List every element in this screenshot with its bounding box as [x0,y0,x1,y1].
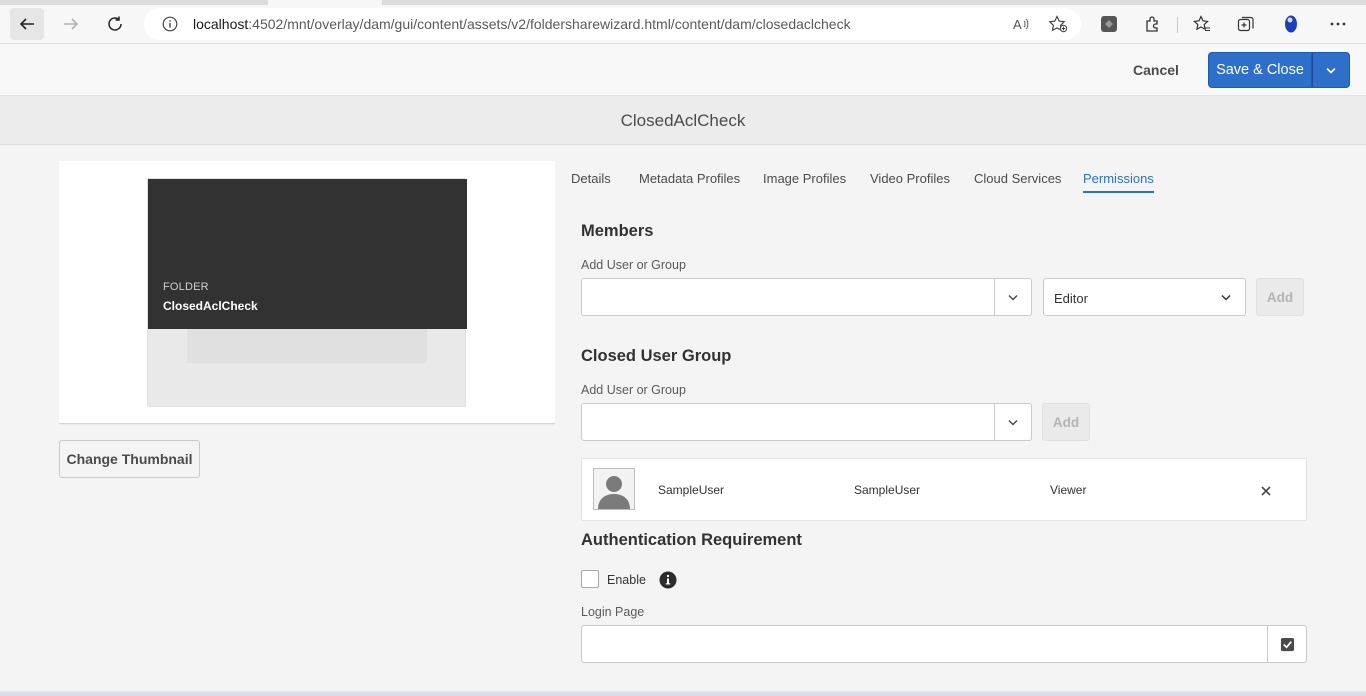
enable-checkbox[interactable] [581,570,599,588]
login-page-input[interactable] [582,626,1267,662]
tab-image-profiles[interactable]: Image Profiles [763,171,846,186]
browser-toolbar: localhost:4502/mnt/overlay/dam/gui/conte… [0,5,1366,44]
svg-text:A: A [1013,17,1022,32]
chevron-down-icon [1221,294,1231,301]
refresh-button[interactable] [98,8,132,40]
members-heading: Members [581,222,654,240]
collections-icon [1237,16,1254,32]
chevron-down-icon [1326,67,1336,74]
favorites-button[interactable] [1191,13,1213,35]
path-picker-icon [1280,637,1294,651]
chevron-down-icon [1008,419,1018,426]
thumbnail-card: FOLDER ClosedAclCheck [59,161,555,424]
info-icon[interactable] [659,571,677,589]
ellipsis-icon [1330,22,1346,26]
add-favorite-icon[interactable] [1048,15,1068,33]
tab-cloud-services[interactable]: Cloud Services [974,171,1061,186]
user-role: Viewer [1050,483,1087,497]
chevron-down-icon [1008,294,1018,301]
arrow-right-icon [64,18,79,30]
user-name: SampleUser [658,483,725,497]
login-page-label: Login Page [581,605,645,619]
read-aloud-icon[interactable]: A [1012,15,1030,33]
enable-label: Enable [607,573,646,587]
url-text: localhost:4502/mnt/overlay/dam/gui/conte… [193,16,851,32]
user-silhouette-icon [594,469,634,509]
toolbar-divider [1177,17,1178,33]
login-page-field [581,625,1268,663]
members-picker-toggle[interactable] [994,279,1031,315]
folder-thumbnail: FOLDER ClosedAclCheck [147,178,467,407]
back-button[interactable] [10,8,44,40]
asset-type-label: FOLDER [163,281,209,293]
tab-permissions[interactable]: Permissions [1083,171,1154,193]
tab-video-profiles[interactable]: Video Profiles [870,171,950,186]
address-bar[interactable]: localhost:4502/mnt/overlay/dam/gui/conte… [144,8,1081,40]
members-user-picker [581,278,1032,316]
user-avatar [593,468,635,510]
url-host: localhost [193,16,249,32]
title-bar: ClosedAclCheck [0,96,1366,145]
user-id: SampleUser [854,483,921,497]
more-menu-button[interactable] [1327,13,1349,35]
cug-user-row: SampleUser SampleUser Viewer [581,458,1307,521]
site-info-icon[interactable] [162,16,178,32]
cug-picker-toggle[interactable] [994,404,1031,440]
extensions-button[interactable] [1142,13,1164,35]
thumbnail-overlay: FOLDER ClosedAclCheck [148,179,467,329]
cug-user-picker [581,403,1032,441]
cug-heading: Closed User Group [581,347,732,365]
close-icon [1261,486,1271,496]
asset-name: ClosedAclCheck [163,299,258,313]
role-select[interactable]: Editor [1043,278,1246,316]
collections-button[interactable] [1235,13,1257,35]
members-field-label: Add User or Group [581,258,686,272]
window-bottom-edge [0,691,1366,696]
tab-details[interactable]: Details [571,171,611,186]
cug-field-label: Add User or Group [581,383,686,397]
save-options-button[interactable] [1312,52,1350,88]
login-page-picker-button[interactable] [1267,625,1307,663]
members-add-button[interactable]: Add [1256,278,1304,316]
cug-add-button[interactable]: Add [1042,403,1090,441]
puzzle-icon [1146,16,1158,32]
remove-user-button[interactable] [1259,484,1273,498]
auth-heading: Authentication Requirement [581,531,802,549]
page-title: ClosedAclCheck [620,111,746,130]
cug-user-input[interactable] [582,404,995,440]
refresh-icon [108,16,122,31]
forward-button[interactable] [54,8,88,40]
tab-metadata-profiles[interactable]: Metadata Profiles [639,171,740,186]
members-user-input[interactable] [582,279,995,315]
cancel-button[interactable]: Cancel [1122,53,1190,87]
change-thumbnail-button[interactable]: Change Thumbnail [59,440,200,478]
favorites-star-icon [1193,15,1210,32]
role-select-value: Editor [1054,291,1088,306]
extension-button[interactable] [1098,13,1120,35]
action-bar: Cancel Save & Close [0,44,1366,96]
avatar-icon [1285,15,1297,33]
save-close-button[interactable]: Save & Close [1208,52,1312,88]
arrow-left-icon [19,18,34,30]
extension-app-icon [1101,16,1117,32]
url-path: :4502/mnt/overlay/dam/gui/content/assets… [248,16,851,32]
profile-button[interactable] [1280,13,1302,35]
